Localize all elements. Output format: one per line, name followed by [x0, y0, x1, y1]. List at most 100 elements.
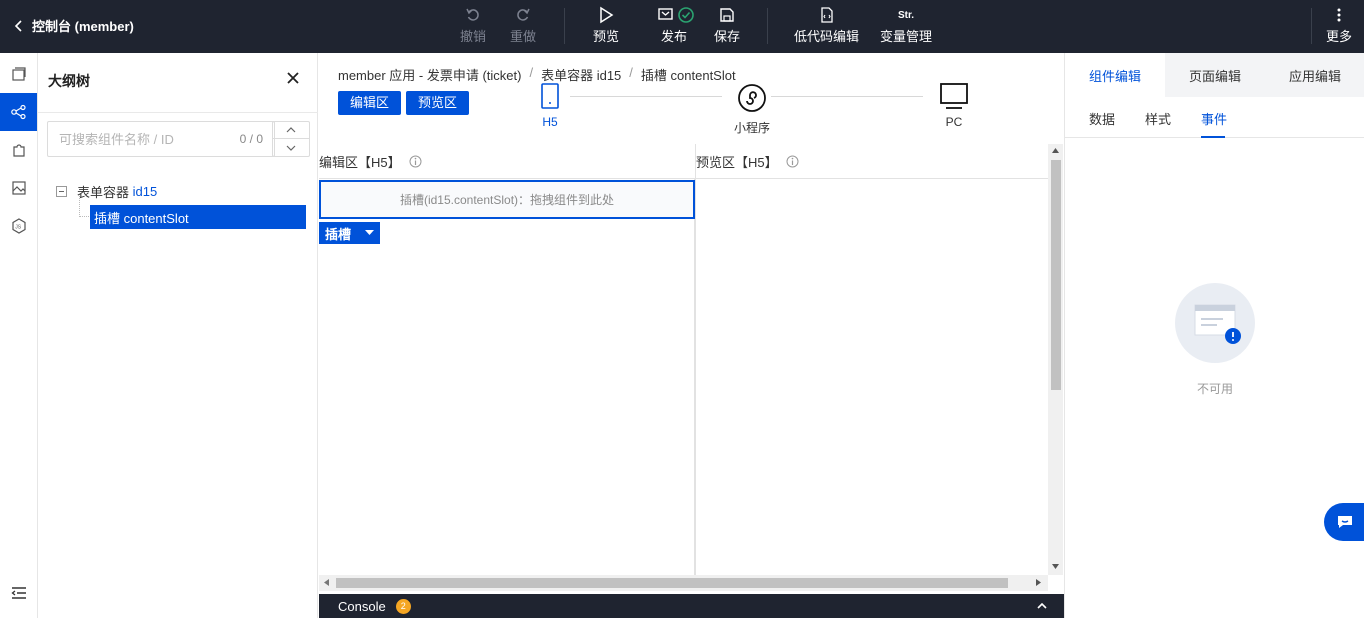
info-icon[interactable] [409, 155, 422, 168]
caret-down-icon [365, 230, 375, 235]
tree-structure-icon [10, 104, 26, 120]
collapse-panel-button[interactable] [0, 574, 37, 612]
vertical-scrollbar[interactable] [1048, 144, 1063, 575]
console-label: Console [338, 598, 386, 614]
edit-canvas[interactable]: 插槽(id15.contentSlot)：拖拽组件到此处 插槽 [319, 178, 695, 575]
tab-page-edit[interactable]: 页面编辑 [1165, 53, 1265, 97]
lowcode-edit-button[interactable]: 低代码编辑 [794, 4, 859, 50]
device-label: 小程序 [734, 121, 771, 135]
device-label: H5 [542, 115, 558, 129]
save-icon [719, 4, 735, 26]
component-search-input[interactable] [48, 122, 228, 156]
code-file-icon [820, 4, 834, 26]
outline-panel: 大纲树 0 / 0 表单容器 id15 插槽 contentSlot [38, 53, 318, 618]
breadcrumb-item[interactable]: 表单容器 id15 [541, 65, 621, 84]
scroll-right-icon[interactable] [1036, 579, 1041, 586]
search-result-count: 0 / 0 [239, 132, 263, 146]
edit-area-button[interactable]: 编辑区 [338, 91, 402, 115]
tree-node-id: id15 [132, 184, 158, 199]
info-icon[interactable] [786, 155, 799, 168]
desktop-icon [940, 83, 968, 109]
tree-node-content-slot[interactable]: 插槽 contentSlot [90, 205, 306, 229]
device-miniprogram[interactable]: 小程序 [734, 83, 770, 136]
device-h5[interactable]: H5 [541, 83, 559, 129]
scroll-up-icon[interactable] [1052, 148, 1059, 153]
breadcrumb-item[interactable]: 插槽 contentSlot [641, 65, 736, 84]
toolbar-divider [564, 8, 565, 44]
miniprogram-icon [738, 84, 766, 112]
preview-button[interactable]: 预览 [593, 4, 619, 50]
undo-label: 撤销 [460, 29, 487, 44]
horizontal-scrollbar[interactable] [319, 575, 1048, 591]
preview-area-button[interactable]: 预览区 [406, 91, 470, 115]
redo-label: 重做 [510, 29, 537, 44]
device-connector [771, 96, 923, 97]
chat-icon [1338, 516, 1352, 528]
subtab-events[interactable]: 事件 [1201, 109, 1227, 128]
close-icon [287, 72, 299, 84]
pages-rail-button[interactable] [0, 55, 37, 93]
undo-icon [465, 4, 481, 26]
left-icon-rail: JS [0, 53, 38, 618]
undo-button[interactable]: 撤销 [460, 4, 486, 50]
scroll-left-icon[interactable] [324, 579, 329, 586]
vertical-scroll-thumb[interactable] [1051, 160, 1061, 390]
collapse-toggle-icon[interactable] [56, 186, 67, 197]
device-pc[interactable]: PC [940, 83, 968, 129]
divider [38, 112, 318, 113]
svg-text:JS: JS [15, 225, 22, 231]
variable-label: 变量管理 [880, 29, 933, 44]
editor-tabs: 组件编辑 页面编辑 应用编辑 [1065, 53, 1364, 97]
empty-state-icon [1175, 283, 1255, 363]
scroll-down-icon[interactable] [1052, 564, 1059, 569]
redo-icon [515, 4, 531, 26]
breadcrumb: member 应用 - 发票申请 (ticket) / 表单容器 id15 / … [338, 65, 736, 84]
puzzle-icon [12, 144, 25, 157]
chevron-up-icon[interactable] [1037, 603, 1047, 609]
menu-collapse-icon [10, 587, 26, 599]
tab-app-edit[interactable]: 应用编辑 [1265, 53, 1364, 97]
console-count-badge: 2 [395, 598, 411, 614]
chevron-left-icon [14, 19, 22, 32]
edit-pane-header: 编辑区【H5】 [319, 144, 422, 178]
save-button[interactable]: 保存 [714, 4, 740, 50]
top-toolbar: 控制台 (member) 撤销 重做 预览 发布 保存 低代码编辑 Str. 变… [0, 0, 1364, 53]
mobile-icon [541, 83, 559, 109]
publish-button[interactable]: 发布 [653, 4, 695, 50]
back-to-console-button[interactable]: 控制台 (member) [14, 16, 134, 35]
pages-icon [11, 67, 26, 81]
property-subtabs: 数据 样式 事件 [1065, 97, 1364, 138]
properties-panel: 组件编辑 页面编辑 应用编辑 数据 样式 事件 不可用 [1064, 53, 1364, 618]
search-prev-button[interactable] [273, 122, 309, 139]
close-outline-button[interactable] [285, 70, 301, 86]
outline-title: 大纲树 [48, 73, 90, 89]
subtab-data[interactable]: 数据 [1089, 109, 1115, 128]
subtab-style[interactable]: 样式 [1145, 109, 1171, 128]
slot-drop-zone[interactable]: 插槽(id15.contentSlot)：拖拽组件到此处 [319, 180, 695, 219]
slot-tag-button[interactable]: 插槽 [319, 222, 380, 244]
search-next-button[interactable] [273, 139, 309, 156]
toolbar-divider [767, 8, 768, 44]
tree-node-form-container[interactable]: 表单容器 id15 [56, 182, 157, 201]
preview-label: 预览 [593, 29, 620, 44]
device-label: PC [945, 115, 963, 129]
breadcrumb-item[interactable]: member 应用 - 发票申请 (ticket) [338, 65, 521, 84]
publish-label: 发布 [660, 29, 687, 44]
components-rail-button[interactable] [0, 131, 37, 169]
assets-rail-button[interactable] [0, 169, 37, 207]
chat-support-button[interactable] [1324, 503, 1364, 541]
more-button[interactable]: 更多 [1326, 4, 1352, 50]
redo-button[interactable]: 重做 [510, 4, 536, 50]
horizontal-scroll-thumb[interactable] [336, 578, 1008, 588]
variable-manage-button[interactable]: Str. 变量管理 [880, 4, 932, 50]
javascript-rail-button[interactable]: JS [0, 207, 37, 245]
empty-state-text: 不可用 [1196, 382, 1233, 396]
breadcrumb-separator: / [529, 65, 534, 80]
console-bar[interactable]: Console 2 [319, 594, 1064, 618]
js-icon: JS [11, 218, 26, 234]
tab-component-edit[interactable]: 组件编辑 [1065, 53, 1165, 97]
breadcrumb-separator: / [629, 65, 633, 80]
slot-tag-label: 插槽 [325, 226, 352, 242]
more-label: 更多 [1326, 29, 1353, 44]
outline-tree-rail-button[interactable] [0, 93, 37, 131]
